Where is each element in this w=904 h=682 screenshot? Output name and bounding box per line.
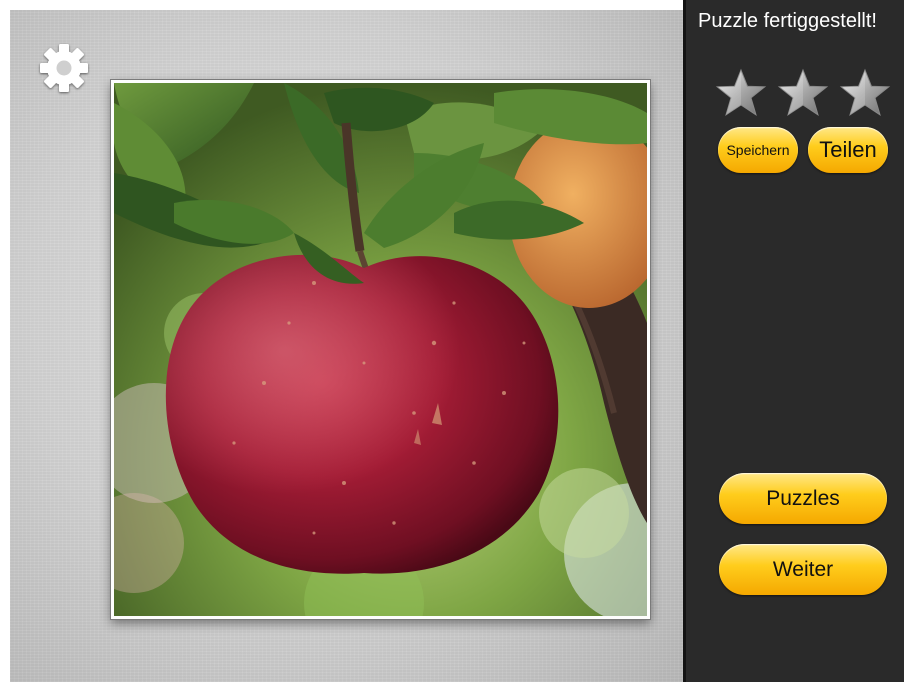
completion-title: Puzzle fertiggestellt!	[698, 10, 877, 32]
side-panel: Puzzle fertiggestellt! Speichern Teilen …	[683, 0, 904, 682]
settings-button[interactable]	[36, 40, 92, 96]
game-screen: Puzzle fertiggestellt! Speichern Teilen …	[0, 0, 904, 682]
puzzles-button[interactable]: Puzzles	[719, 473, 887, 524]
star-icon	[777, 68, 829, 120]
gear-icon	[40, 44, 88, 92]
save-button[interactable]: Speichern	[718, 127, 798, 173]
puzzle-frame	[111, 80, 650, 619]
next-button[interactable]: Weiter	[719, 544, 887, 595]
star-icon	[839, 68, 891, 120]
share-button[interactable]: Teilen	[808, 127, 888, 173]
star-icon	[715, 68, 767, 120]
completed-puzzle-image	[114, 83, 647, 616]
